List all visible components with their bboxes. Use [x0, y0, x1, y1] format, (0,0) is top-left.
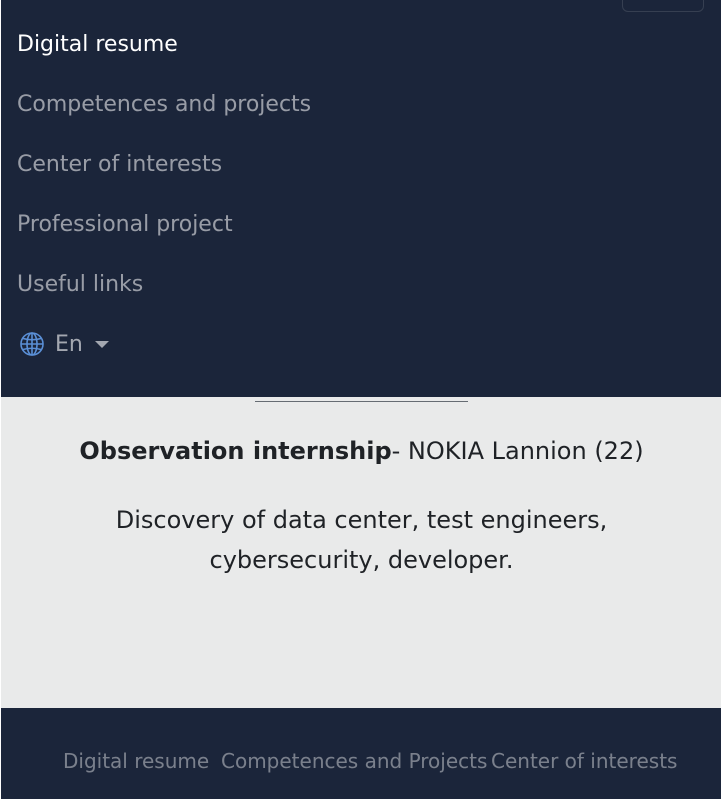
chevron-down-icon [94, 340, 109, 348]
footer-link-digital-resume[interactable]: Digital resume [63, 748, 209, 774]
entry-description: Discovery of data center, test engineers… [115, 506, 608, 574]
footer-link-competences-and-projects[interactable]: Competences and Projects [221, 748, 487, 774]
entry-title-bold: Observation internship [79, 437, 392, 465]
entry-title: Observation internship- NOKIA Lannion (2… [1, 435, 721, 467]
page: Digital resume Competences and projects … [0, 0, 721, 799]
footer-link-center-of-interests[interactable]: Center of interests [491, 748, 677, 774]
nav-item-competences-and-projects[interactable]: Competences and projects [17, 91, 311, 119]
nav-item-useful-links[interactable]: Useful links [17, 271, 143, 299]
language-dropdown[interactable]: En [19, 330, 109, 358]
content-section: Observation internship- NOKIA Lannion (2… [1, 397, 721, 708]
nav-item-center-of-interests[interactable]: Center of interests [17, 151, 222, 179]
entry-title-detail: - NOKIA Lannion (22) [391, 437, 644, 465]
footer: Digital resume Competences and Projects … [1, 708, 721, 799]
globe-icon [19, 331, 45, 357]
language-label: En [55, 331, 83, 357]
navbar-toggler-button[interactable] [622, 0, 704, 12]
navbar: Digital resume Competences and projects … [1, 0, 721, 397]
nav-item-digital-resume[interactable]: Digital resume [17, 31, 178, 59]
nav-item-professional-project[interactable]: Professional project [17, 211, 233, 239]
